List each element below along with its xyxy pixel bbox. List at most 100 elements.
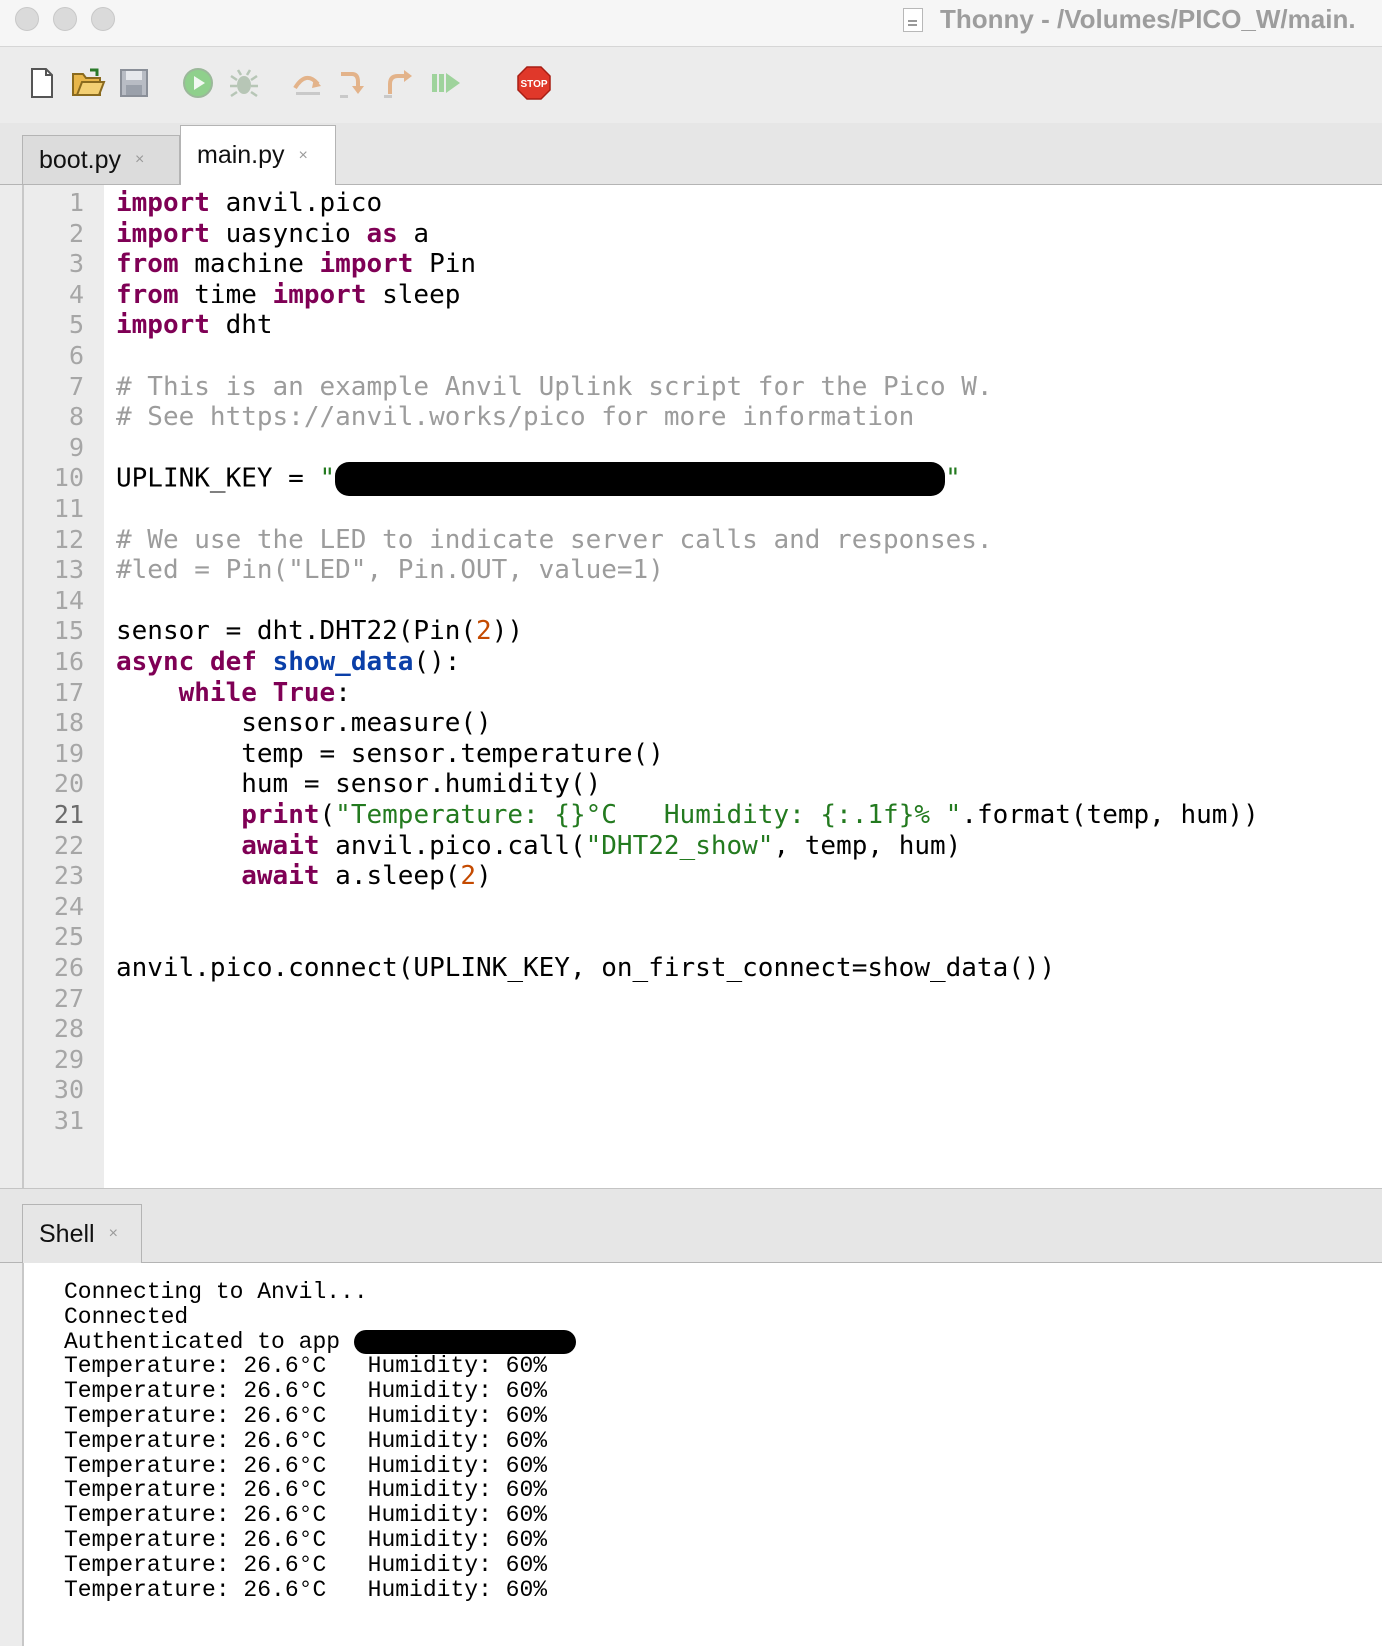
code-line: UPLINK_KEY = " " xyxy=(116,462,961,497)
close-tab-icon[interactable]: × xyxy=(135,151,144,169)
code-token: import xyxy=(116,188,210,218)
line-number: 23 xyxy=(53,861,84,891)
shell-line: Connecting to Anvil... xyxy=(64,1279,368,1305)
redacted-block xyxy=(353,1329,576,1354)
code-token: async xyxy=(116,647,195,677)
code-token: "DHT22_show" xyxy=(585,830,774,861)
line-number: 9 xyxy=(68,432,84,462)
code-line: from machine import Pin xyxy=(116,248,476,280)
code-editor[interactable]: 1 2 3 4 5 6 7 8 9 10 11 12 13 14 15 16 17 18 19 20 21 22 23 24 2… xyxy=(22,185,1382,1188)
line-number: 10 xyxy=(53,463,84,493)
close-window-button[interactable] xyxy=(15,7,39,31)
code-token: while xyxy=(178,677,257,708)
code-token: temp = sensor.temperature() xyxy=(116,738,664,769)
line-number: 16 xyxy=(53,647,84,676)
code-line: anvil.pico.connect(UPLINK_KEY, on_first_… xyxy=(116,952,1055,984)
open-file-button[interactable] xyxy=(70,65,106,101)
document-icon xyxy=(903,8,923,32)
shell-text: Authenticated to app xyxy=(64,1328,354,1355)
step-into-icon xyxy=(340,72,364,98)
code-token: #led = Pin("LED", Pin.OUT, value=1) xyxy=(116,555,664,586)
step-into-button[interactable] xyxy=(336,65,372,101)
shell-line: Temperature: 26.6°C Humidity: 60% xyxy=(64,1403,547,1429)
line-number: 17 xyxy=(53,677,84,707)
code-token: # We use the LED to indicate server call… xyxy=(116,524,993,555)
tab-shell[interactable]: Shell × xyxy=(22,1204,142,1263)
code-token: from xyxy=(116,279,179,310)
code-token: sensor = dht.DHT22(Pin( xyxy=(116,616,477,647)
line-number: 30 xyxy=(53,1075,84,1105)
line-number: 7 xyxy=(68,371,84,401)
code-line: # We use the LED to indicate server call… xyxy=(116,524,993,556)
title-bar: Thonny - /Volumes/PICO_W/main. xyxy=(0,0,1382,47)
step-out-button[interactable] xyxy=(382,65,418,101)
shell-output[interactable]: Connecting to Anvil... Connected Authentic… xyxy=(22,1263,1382,1646)
resume-icon xyxy=(432,73,460,93)
shell-text: Temperature: 26.6°C Humidity: 60% xyxy=(64,1576,548,1603)
debug-icon xyxy=(230,69,258,98)
tab-main-py[interactable]: main.py × xyxy=(180,125,336,185)
line-number: 24 xyxy=(53,891,84,921)
code-token: " xyxy=(319,463,336,494)
code-token: ) xyxy=(476,861,492,892)
zoom-window-button[interactable] xyxy=(91,7,115,31)
line-number: 4 xyxy=(68,279,84,309)
code-line: import uasyncio as a xyxy=(116,218,429,250)
shell-text: Temperature: 26.6°C Humidity: 60% xyxy=(64,1452,548,1479)
step-out-icon xyxy=(384,70,412,98)
new-file-button[interactable] xyxy=(24,65,60,101)
stop-button[interactable]: STOP xyxy=(516,65,552,101)
minimize-window-button[interactable] xyxy=(53,7,77,31)
code-token: def xyxy=(209,647,257,677)
code-token: 2 xyxy=(476,616,492,647)
code-line: await anvil.pico.call("DHT22_show", temp… xyxy=(116,830,961,862)
line-number: 27 xyxy=(53,983,84,1013)
run-button[interactable] xyxy=(180,65,216,101)
save-file-icon xyxy=(120,69,148,97)
code-token: await xyxy=(241,861,320,892)
line-number: 21 xyxy=(53,800,84,829)
line-number-gutter: 1 2 3 4 5 6 7 8 9 10 11 12 13 14 15 16 17 18 19 20 21 22 23 24 2… xyxy=(24,185,104,1188)
code-token: from xyxy=(116,249,179,280)
shell-line: Temperature: 26.6°C Humidity: 60% xyxy=(64,1378,547,1404)
shell-text: Temperature: 26.6°C Humidity: 60% xyxy=(64,1551,548,1578)
line-number: 20 xyxy=(53,769,84,799)
close-tab-icon[interactable]: × xyxy=(299,147,308,165)
tab-boot-py[interactable]: boot.py × xyxy=(22,135,180,184)
shell-text: Connected xyxy=(64,1303,189,1330)
code-line: hum = sensor.humidity() xyxy=(116,768,601,800)
code-token: show_data xyxy=(272,647,414,677)
shell-text: Connecting to Anvil... xyxy=(64,1279,368,1305)
code-token: print xyxy=(241,800,320,830)
shell-line: Temperature: 26.6°C Humidity: 60% xyxy=(64,1453,547,1479)
window-title: Thonny - /Volumes/PICO_W/main. xyxy=(940,4,1356,34)
code-token: hum = sensor.humidity() xyxy=(116,769,602,800)
shell-line: Authenticated to app xyxy=(64,1329,576,1355)
save-file-button[interactable] xyxy=(116,65,152,101)
code-token: as xyxy=(366,218,398,249)
line-number: 29 xyxy=(53,1044,84,1074)
close-tab-icon[interactable]: × xyxy=(109,1225,118,1243)
shell-line: Temperature: 26.6°C Humidity: 60% xyxy=(64,1428,547,1454)
line-number: 28 xyxy=(53,1014,84,1044)
pane-splitter[interactable] xyxy=(0,1188,1382,1203)
code-token: import xyxy=(116,310,210,341)
code-token: UPLINK_KEY = xyxy=(116,463,320,494)
line-number: 12 xyxy=(53,524,84,554)
line-number: 26 xyxy=(53,953,84,982)
code-token: sensor.measure() xyxy=(116,708,492,739)
step-over-button[interactable] xyxy=(290,65,326,101)
stop-icon: STOP xyxy=(517,66,551,100)
code-line: temp = sensor.temperature() xyxy=(116,738,664,770)
line-number: 31 xyxy=(53,1106,84,1135)
code-token: : xyxy=(335,677,351,708)
debug-button[interactable] xyxy=(226,65,262,101)
line-number: 19 xyxy=(53,738,84,768)
code-token: ( xyxy=(319,800,336,830)
line-number: 5 xyxy=(68,310,84,340)
line-number: 1 xyxy=(68,188,84,217)
code-token: anvil.pico.connect(UPLINK_KEY, on_first_… xyxy=(116,953,1056,983)
resume-button[interactable] xyxy=(428,65,464,101)
code-line: #led = Pin("LED", Pin.OUT, value=1) xyxy=(116,554,664,586)
